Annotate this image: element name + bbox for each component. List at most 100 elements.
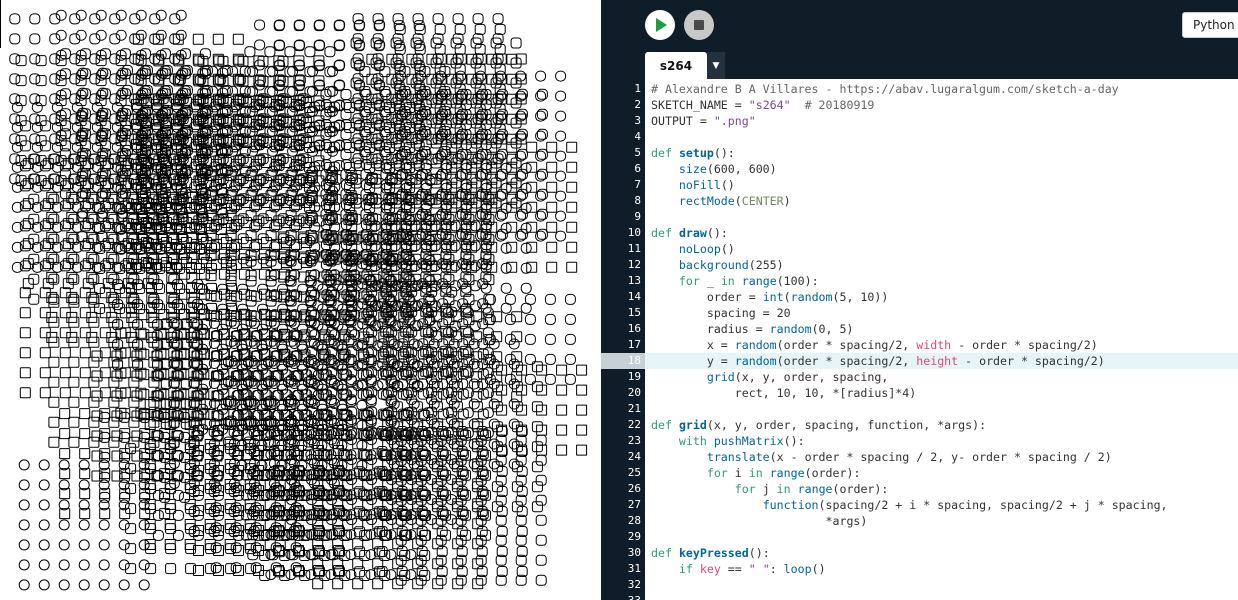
sketch-rect — [79, 387, 91, 399]
sketch-rect — [233, 565, 244, 576]
sketch-rect — [159, 428, 171, 440]
sketch-rect — [524, 333, 536, 345]
sketch-rect — [469, 280, 481, 292]
sketch-rect — [98, 539, 110, 551]
sketch-rect — [340, 89, 352, 100]
sketch-rect — [324, 66, 336, 78]
sketch-rect — [135, 29, 147, 41]
sketch-rect — [556, 384, 568, 396]
sketch-rect — [556, 424, 568, 436]
sketch-rect — [287, 65, 299, 77]
sketch-rect — [48, 416, 60, 428]
sketch-rect — [212, 33, 224, 45]
sketch-rect — [546, 201, 558, 213]
sketch-rect — [340, 109, 352, 120]
sketch-rect — [18, 519, 30, 531]
sketch-rect — [59, 347, 71, 359]
sketch-rect — [320, 109, 332, 120]
sketch-rect — [536, 364, 548, 376]
sketch-rect — [576, 444, 588, 456]
sketch-rect — [304, 86, 316, 98]
sketch-rect — [494, 23, 506, 35]
sketch-rect — [544, 373, 556, 385]
sketch-rect — [217, 233, 229, 245]
sketch-rect — [19, 367, 31, 379]
sketch-rect — [508, 438, 520, 450]
sketch-rect — [118, 559, 130, 571]
sketch-rect — [79, 347, 91, 359]
sketch-rect — [531, 481, 543, 493]
sketch-rect — [18, 479, 30, 491]
sketch-rect — [434, 43, 446, 55]
sketch-rect — [58, 539, 70, 551]
sketch-rect — [555, 110, 567, 122]
sketch-rect — [267, 65, 279, 77]
sketch-rect — [546, 161, 558, 173]
sketch-rect — [555, 190, 567, 202]
sketch-rect — [449, 300, 461, 312]
sketch-rect — [492, 13, 504, 25]
canvas-edge-mark — [0, 0, 1, 48]
sketch-rect — [544, 353, 556, 365]
sketch-rect — [192, 33, 204, 45]
sketch-rect — [18, 559, 30, 571]
sketch-rect — [531, 401, 543, 413]
sketch-rect — [536, 404, 548, 416]
sketch-rect — [172, 529, 184, 541]
sketch-rect — [155, 29, 167, 41]
sketch-rect — [119, 408, 131, 420]
sketch-rect — [138, 539, 150, 551]
sketch-rect — [264, 86, 276, 98]
sketch-rect — [48, 396, 60, 408]
sketch-rect — [284, 86, 296, 98]
sketch-rect — [477, 318, 489, 330]
sketch-rect — [138, 579, 150, 591]
sketch-rect — [536, 384, 548, 396]
sketch-rect — [576, 384, 588, 396]
sketch-rect — [566, 261, 578, 273]
sketch-rect — [19, 387, 31, 399]
sketch-rect — [59, 408, 71, 420]
sketch-rect — [39, 387, 51, 399]
sketch-rect — [576, 424, 588, 436]
sketch-rect — [108, 436, 120, 448]
sketch-rect — [520, 282, 532, 294]
sketch-rect — [524, 313, 536, 325]
sketch-rect — [58, 559, 70, 571]
sketch-rect — [491, 401, 503, 413]
sketch-rect — [253, 55, 265, 67]
sketch-rect — [230, 562, 242, 574]
sketch-rect — [468, 438, 480, 450]
sketch-rect — [68, 356, 80, 368]
sketch-rect — [544, 333, 556, 345]
sketch-rect — [230, 542, 242, 554]
sketch-rect — [510, 37, 522, 49]
sketch-rect — [536, 424, 548, 436]
sketch-rect — [524, 373, 536, 385]
sketch-rect — [437, 318, 449, 330]
sketch-rect — [555, 150, 567, 162]
sketch-rect — [556, 444, 568, 456]
sketch-rect — [139, 428, 151, 440]
sketch-rect — [327, 65, 339, 77]
sketch-rect — [151, 350, 163, 361]
sketch-rect — [508, 458, 520, 470]
sketch-rect — [118, 539, 130, 551]
sketch-rect — [546, 221, 558, 233]
sketch-rect — [99, 428, 111, 440]
sketch-rect — [327, 85, 339, 97]
sketch-rect — [99, 408, 111, 420]
sketch-rect — [434, 23, 446, 35]
sketch-rect — [257, 213, 269, 225]
sketch-rect — [18, 459, 30, 471]
sketch-rect — [526, 141, 538, 153]
sketch-rect — [68, 436, 80, 448]
sketch-rect — [500, 282, 512, 294]
sketch-rect — [19, 307, 31, 319]
sketch-rect — [38, 519, 50, 531]
sketch-rect — [546, 241, 558, 253]
sketch-rect — [48, 356, 60, 368]
sketch-rect — [38, 459, 50, 471]
sketch-rect — [254, 59, 266, 71]
sketch-rect — [556, 364, 568, 376]
